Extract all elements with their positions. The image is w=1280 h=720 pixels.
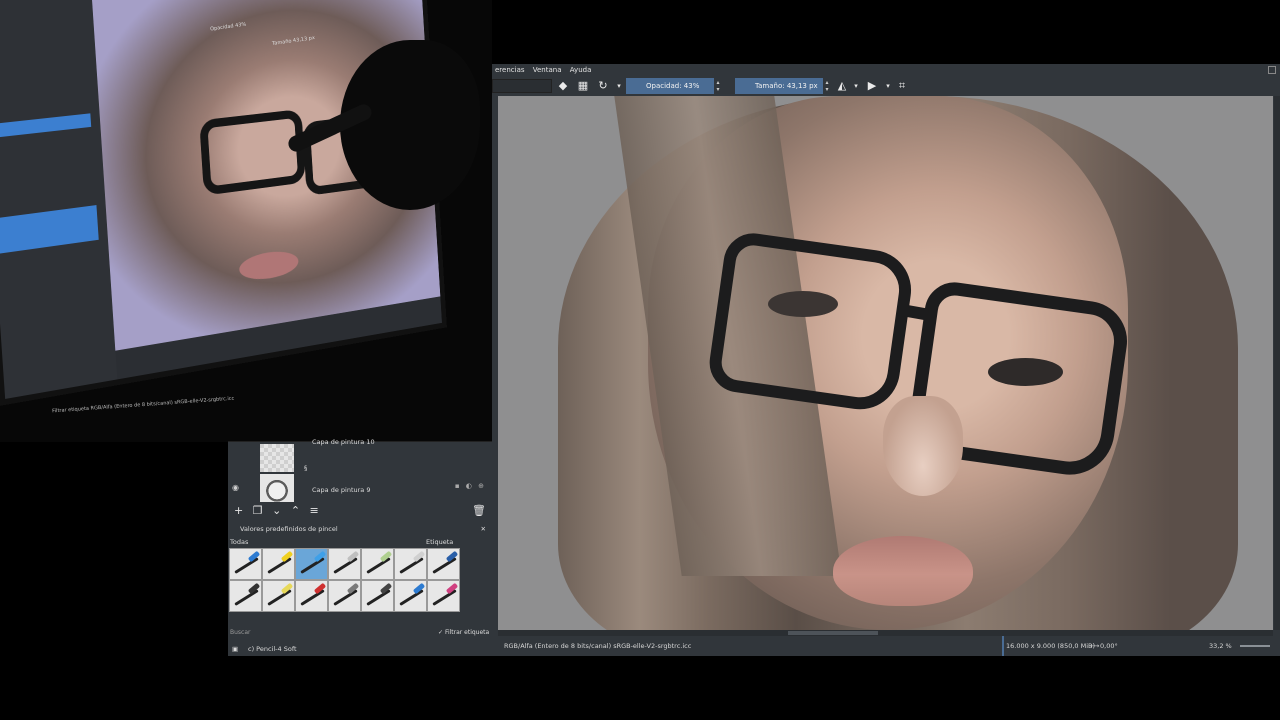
opacity-spinner[interactable]: ▴ ▾ (714, 79, 722, 93)
zoom-value[interactable]: 33,2 % (1209, 636, 1232, 656)
filmed-color-info: RGB/Alfa (Entero de 8 bits/canal) sRGB-e… (90, 395, 235, 412)
krita-window: erencias Ventana Ayuda ◆ ▦ ↻ ▾ Opacidad:… (492, 64, 1280, 656)
brush-preset[interactable] (427, 548, 460, 580)
nose (883, 396, 963, 496)
presets-title: Valores predefinidos de pincel (240, 525, 338, 533)
size-spinner[interactable]: ▴ ▾ (823, 79, 831, 93)
layer-link-icon: § (304, 464, 308, 472)
opacity-value: Opacidad: 43% (646, 82, 700, 90)
mirror-vertical-icon[interactable]: ▶ (865, 79, 879, 93)
brush-preset[interactable] (394, 580, 427, 612)
panel-status: ▣ c) Pencil-4 Soft (228, 641, 492, 657)
preserve-alpha-icon[interactable]: ▦ (576, 79, 590, 93)
dock-close-icon[interactable]: ✕ (481, 522, 486, 536)
brush-preset[interactable] (229, 548, 262, 580)
rotation-icon[interactable]: ⟷ (1090, 636, 1099, 656)
status-bar: RGB/Alfa (Entero de 8 bits/canal) sRGB-e… (492, 636, 1280, 656)
layer-name: Capa de pintura 10 (312, 438, 375, 446)
zoom-slider[interactable] (1240, 645, 1270, 647)
filmed-selected-layer (0, 205, 99, 255)
duplicate-layer-icon[interactable]: ❐ (253, 502, 263, 520)
camera-overlay: Opacidad 43% Tamaño 43,13 px Filtrar eti… (0, 0, 492, 442)
preset-search-input[interactable]: Buscar (228, 629, 251, 636)
move-layer-down-icon[interactable]: ⌄ (272, 502, 281, 520)
lips (833, 536, 973, 606)
brush-preset[interactable] (427, 580, 460, 612)
reload-dropdown-icon[interactable]: ▾ (612, 79, 626, 93)
image-dimensions: 16.000 x 9.000 (850,0 MiB) (1002, 636, 1095, 656)
presets-filter-row: Todas Etiqueta (228, 536, 492, 548)
brush-preset[interactable] (328, 580, 361, 612)
layer-menu-icon[interactable]: ≡ (310, 502, 319, 520)
reload-preset-icon[interactable]: ↻ (596, 79, 610, 93)
glasses-left-lens (705, 229, 917, 415)
filmed-glasses-left (199, 108, 306, 196)
hscroll-thumb[interactable] (788, 631, 878, 635)
brush-preset-grid (229, 548, 463, 628)
delete-layer-icon[interactable]: 🗑 (472, 502, 486, 520)
brush-preset[interactable] (262, 580, 295, 612)
brush-preset[interactable] (295, 580, 328, 612)
menu-window[interactable]: Ventana (530, 64, 565, 76)
layer-row[interactable]: Capa de pintura 10 (228, 438, 492, 472)
eye-icon[interactable]: ◉ (232, 483, 239, 492)
size-slider[interactable]: Tamaño: 43,13 px (735, 78, 823, 94)
layer-thumbnail (260, 474, 294, 502)
filmed-filter: Filtrar etiqueta (52, 405, 90, 415)
rotation-value: 0,00° (1100, 642, 1118, 650)
layer-name: Capa de pintura 9 (312, 486, 371, 494)
brush-preset[interactable] (328, 548, 361, 580)
brush-preset[interactable] (262, 548, 295, 580)
size-value: Tamaño: 43,13 px (755, 82, 818, 90)
filter-tag-label: Filtrar etiqueta (444, 629, 490, 636)
brush-preset[interactable] (394, 548, 427, 580)
tag-label[interactable]: Etiqueta (426, 536, 453, 548)
preset-search-row: Buscar ✓ Filtrar etiqueta (228, 627, 492, 639)
color-space-info: RGB/Alfa (Entero de 8 bits/canal) sRGB-e… (504, 642, 692, 650)
brush-preset-selected[interactable] (295, 548, 328, 580)
window-restore-icon[interactable] (1268, 66, 1276, 74)
filmed-selected-row (0, 113, 92, 139)
menu-help[interactable]: Ayuda (567, 64, 595, 76)
layer-toolbar: + ❐ ⌄ ⌃ ≡ 🗑 (228, 502, 492, 520)
painting-canvas[interactable] (498, 96, 1273, 630)
layer-row[interactable]: ◉ § Capa de pintura 9 ▪ ◐ ⊕ (228, 464, 492, 502)
preset-filter-dropdown[interactable]: Todas (228, 538, 248, 546)
mirror-horizontal-icon[interactable]: ◭ (835, 79, 849, 93)
add-layer-icon[interactable]: + (234, 502, 243, 520)
blend-mode-dropdown[interactable] (492, 79, 552, 93)
opacity-slider[interactable]: Opacidad: 43% (626, 78, 714, 94)
mirror-dropdown-icon[interactable]: ▾ (849, 79, 863, 93)
eraser-icon[interactable]: ◆ (556, 79, 570, 93)
brush-preset[interactable] (361, 580, 394, 612)
crop-icon[interactable]: ⌗ (895, 79, 909, 93)
menu-preferences[interactable]: erencias (492, 64, 528, 76)
brush-preset[interactable] (229, 580, 262, 612)
brush-icon[interactable]: ▣ (232, 641, 238, 657)
move-layer-up-icon[interactable]: ⌃ (291, 502, 300, 520)
dockers-panel: Capa de pintura 10 ◉ § Capa de pintura 9… (228, 438, 492, 657)
layer-lock-alpha-icons[interactable]: ▪ ◐ ⊕ (455, 482, 486, 490)
filmed-status: Filtrar etiqueta RGB/Alfa (Entero de 8 b… (52, 396, 235, 415)
vertical-dropdown-icon[interactable]: ▾ (881, 79, 895, 93)
vertical-scrollbar[interactable] (1274, 96, 1280, 630)
brush-toolbar: ◆ ▦ ↻ ▾ Opacidad: 43% ▴ ▾ Tamaño: 43,13 p… (492, 76, 1280, 96)
menu-bar: erencias Ventana Ayuda (492, 64, 1280, 76)
filter-tag-checkbox[interactable]: ✓ Filtrar etiqueta (438, 627, 489, 639)
presets-header: Valores predefinidos de pincel ✕ (228, 522, 492, 536)
artist-hand (340, 40, 480, 210)
brush-preset[interactable] (361, 548, 394, 580)
current-brush: c) Pencil-4 Soft (248, 645, 297, 653)
layer-thumbnail (260, 444, 294, 472)
